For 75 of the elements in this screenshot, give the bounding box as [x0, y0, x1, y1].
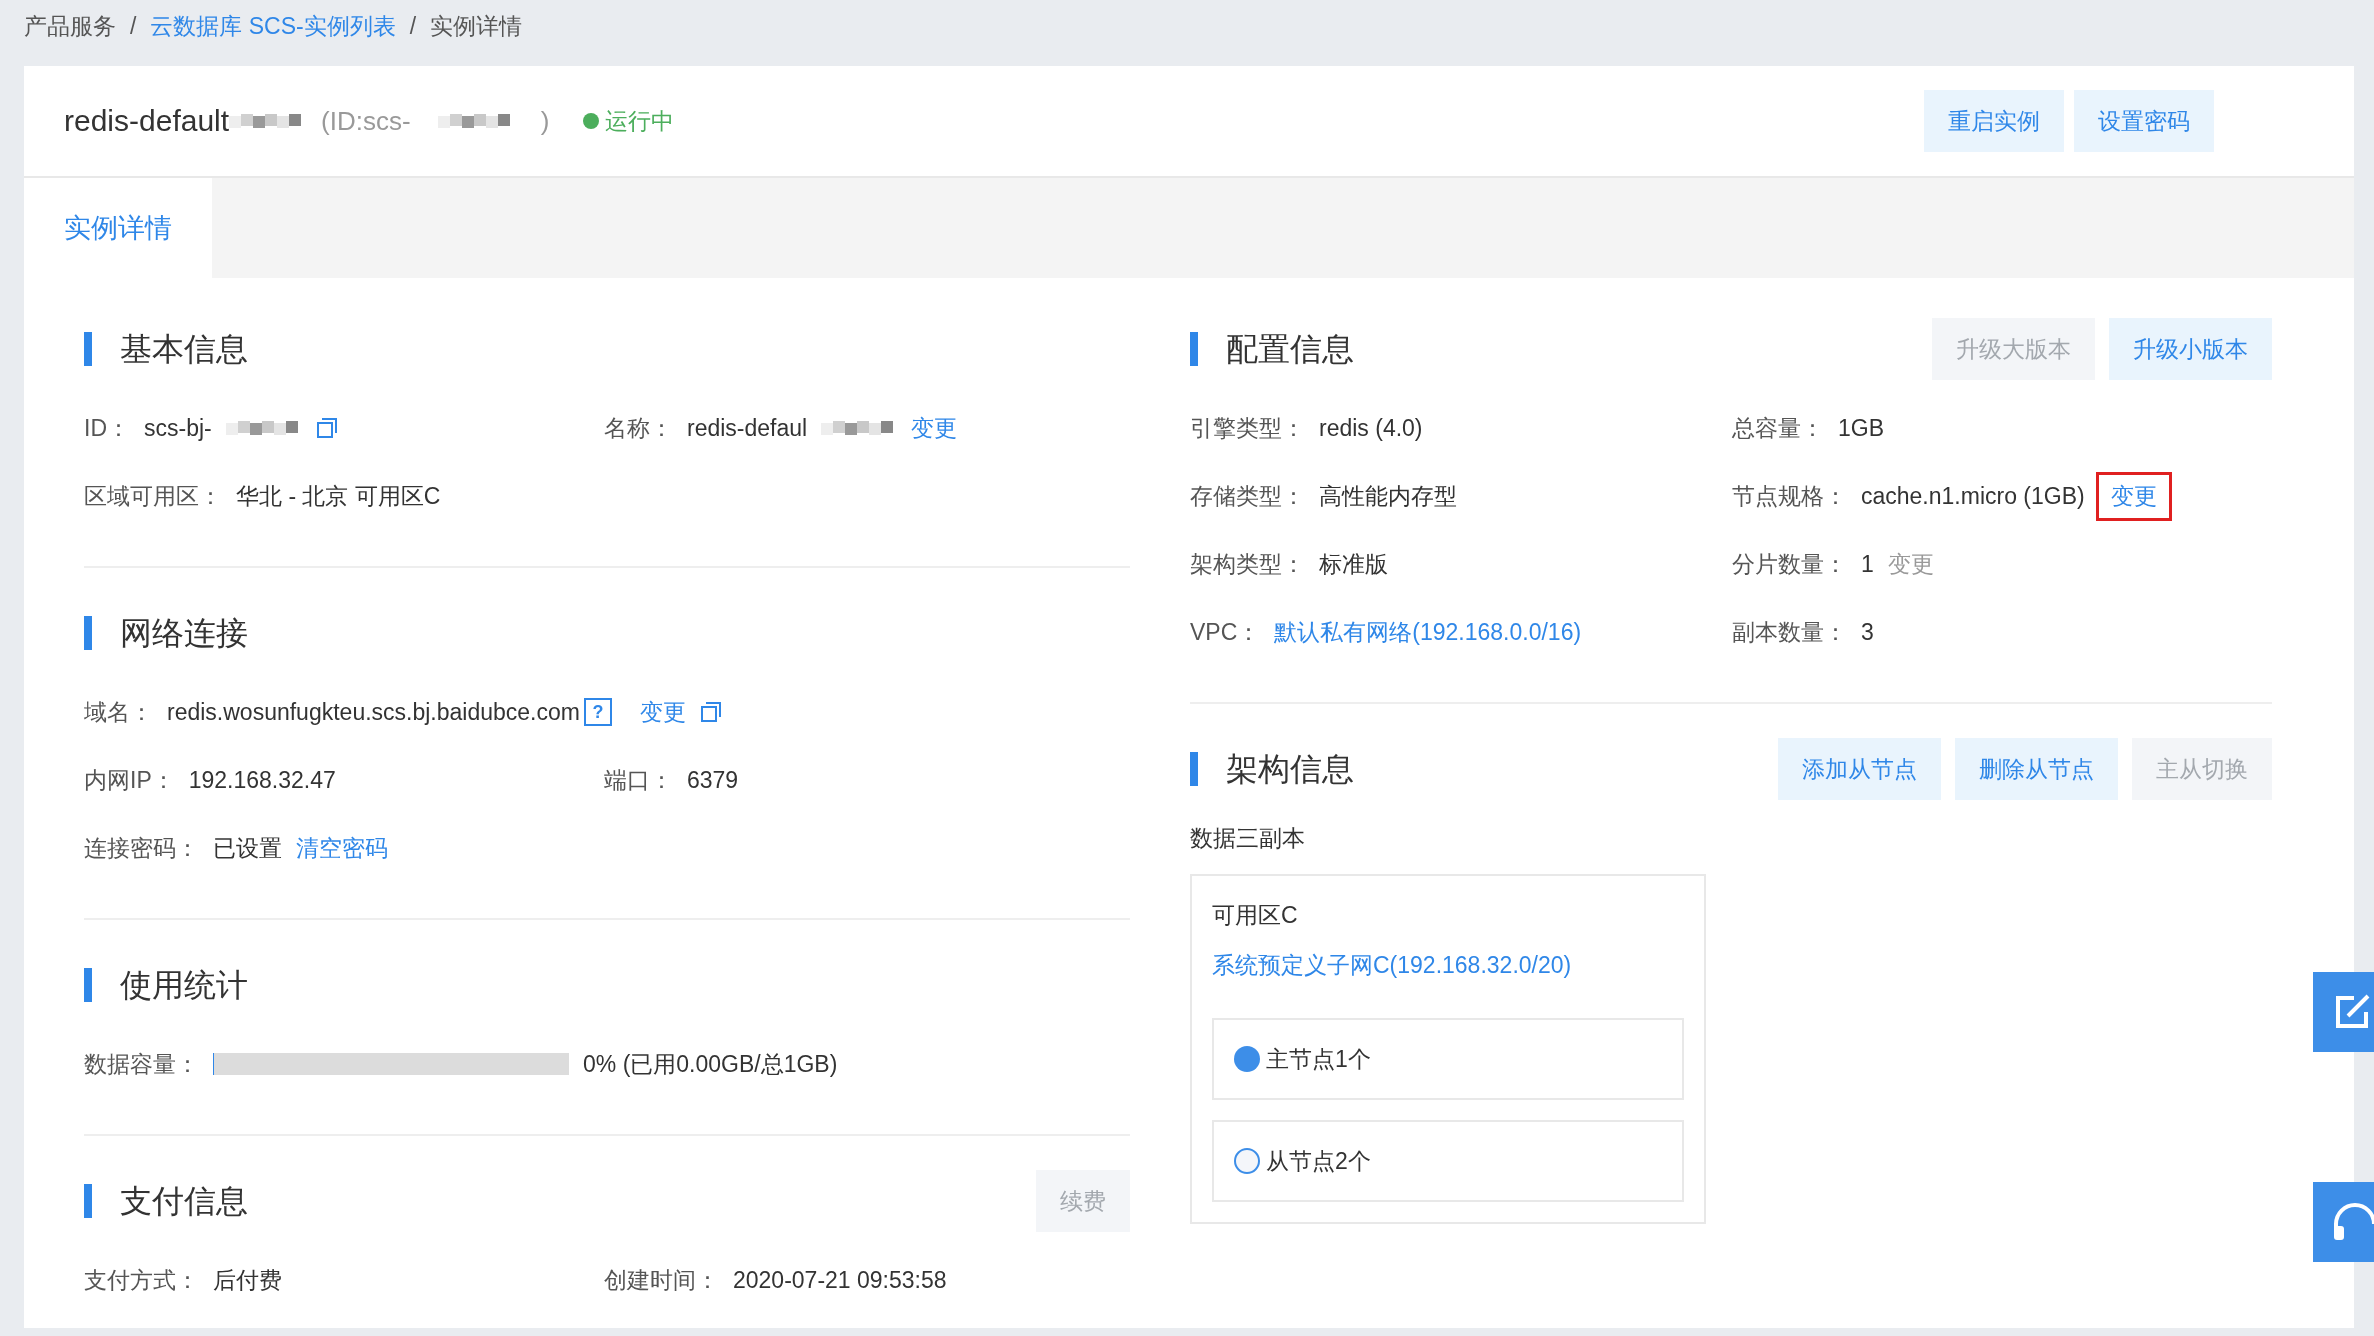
field-label: 架构类型：	[1190, 549, 1305, 579]
field-value: 已设置	[213, 833, 282, 863]
help-button[interactable]: ?	[583, 698, 612, 726]
field-value: 2020-07-21 09:53:58	[733, 1266, 947, 1294]
subnet-link[interactable]: 系统预定义子网C(192.168.32.0/20)	[1212, 949, 1572, 981]
field-label: 分片数量：	[1732, 549, 1847, 579]
change-link[interactable]: 变更	[1887, 548, 1934, 580]
action-button[interactable]: 添加从节点	[1778, 738, 1941, 800]
tab[interactable]: 实例详情	[24, 178, 212, 278]
field-label: ID：	[84, 413, 130, 443]
instance-id: (ID:scs-	[321, 105, 411, 137]
copy-icon[interactable]	[315, 417, 338, 439]
field-label: 连接密码：	[84, 833, 199, 863]
status-dot	[583, 113, 600, 129]
field-value: 0% (已用0.00GB/总1GB)	[583, 1049, 838, 1079]
change-link[interactable]: 清空密码	[296, 832, 388, 864]
field-label: 副本数量：	[1732, 617, 1847, 647]
zone-title: 可用区C	[1212, 900, 1299, 930]
breadcrumb-separator: /	[409, 12, 417, 40]
field-value: 1	[1861, 550, 1874, 578]
field-value: redis.wosunfugkteu.scs.bj.baidubce.com	[167, 698, 580, 726]
hollow-node-icon	[1234, 1148, 1260, 1174]
topology-label: 数据三副本	[1190, 823, 1306, 853]
field-label: 支付方式：	[84, 1265, 199, 1295]
header-button[interactable]: 重启实例	[1924, 90, 2064, 152]
status-text: 运行中	[605, 106, 675, 136]
section-title: 配置信息	[1190, 332, 1354, 366]
field-value: 高性能内存型	[1319, 481, 1457, 511]
section-title: 架构信息	[1190, 752, 1354, 786]
change-link[interactable]: 变更	[911, 412, 958, 444]
copy-icon[interactable]	[699, 701, 722, 723]
field-label: 总容量：	[1732, 413, 1824, 443]
node-label: 主节点1个	[1266, 1044, 1371, 1074]
support-button[interactable]	[2313, 1182, 2374, 1262]
breadcrumb-separator: /	[130, 12, 137, 40]
field-label: 名称：	[604, 413, 673, 443]
instance-name: redis-default	[64, 104, 230, 138]
change-link[interactable]: 变更	[2098, 474, 2169, 518]
action-button[interactable]: 删除从节点	[1955, 738, 2118, 800]
field-label: 存储类型：	[1190, 481, 1305, 511]
field-value: 3	[1861, 618, 1874, 646]
field-label: 区域可用区：	[84, 481, 222, 511]
filled-node-icon	[1234, 1046, 1260, 1072]
field-value: 192.168.32.47	[188, 766, 336, 794]
section-title: 使用统计	[84, 968, 248, 1002]
section-title: 支付信息	[84, 1184, 248, 1218]
field-label: 端口：	[604, 765, 673, 795]
field-label: 创建时间：	[604, 1265, 719, 1295]
node-label: 从节点2个	[1266, 1146, 1371, 1176]
field-label: 数据容量：	[84, 1049, 199, 1079]
field-value: scs-bj-	[144, 414, 212, 442]
field-label: VPC：	[1190, 617, 1261, 647]
field-label: 引擎类型：	[1190, 413, 1305, 443]
header-button[interactable]: 设置密码	[2074, 90, 2214, 152]
field-value: 华北 - 北京 可用区C	[236, 481, 441, 511]
breadcrumb-item: 实例详情	[430, 11, 523, 41]
section-title: 基本信息	[84, 332, 248, 366]
instance-id-bracket: )	[540, 105, 550, 137]
field-value: 6379	[687, 766, 739, 794]
change-link[interactable]: 默认私有网络(192.168.0.0/16)	[1274, 616, 1582, 648]
field-label: 内网IP：	[84, 765, 175, 795]
field-value: 标准版	[1319, 549, 1388, 579]
section-title: 网络连接	[84, 616, 248, 650]
breadcrumb-item: 产品服务	[24, 11, 116, 41]
field-value: cache.n1.micro (1GB)	[1861, 482, 2085, 510]
breadcrumb-link[interactable]: 云数据库 SCS-实例列表	[150, 10, 396, 42]
feedback-button[interactable]	[2313, 972, 2374, 1052]
field-value: redis (4.0)	[1319, 414, 1423, 442]
field-value: redis-defaul	[687, 414, 808, 442]
change-link[interactable]: 变更	[639, 696, 686, 728]
field-label: 节点规格：	[1732, 481, 1847, 511]
field-label: 域名：	[84, 697, 153, 727]
field-value: 后付费	[213, 1265, 282, 1295]
field-value: 1GB	[1838, 414, 1885, 442]
action-button[interactable]: 升级小版本	[2109, 318, 2272, 380]
